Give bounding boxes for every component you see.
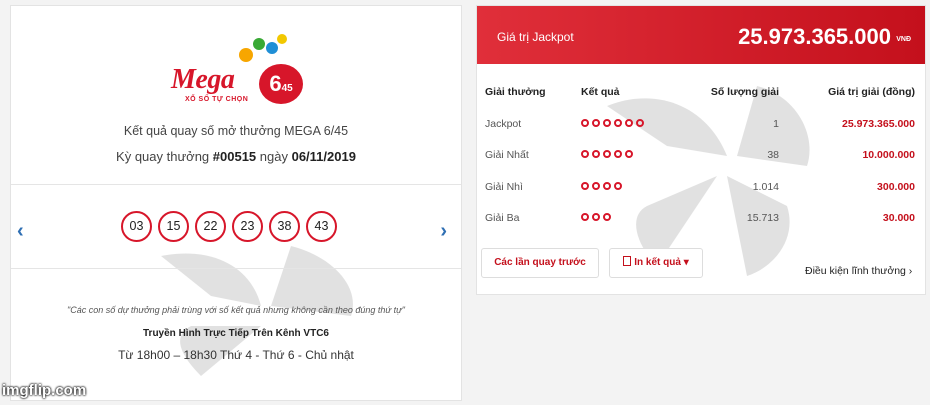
header-prize: Giải thưởng — [485, 86, 546, 98]
match-dot-icon — [581, 182, 589, 190]
match-dot-icon — [592, 150, 600, 158]
match-dot-icon — [581, 213, 589, 221]
draw-number: #00515 — [212, 149, 257, 164]
match-dot-icon — [625, 150, 633, 158]
winner-count: 1.014 — [752, 181, 779, 193]
match-dot-icon — [603, 119, 611, 127]
match-indicator — [581, 182, 622, 190]
logo-tagline: XỔ SỐ TỰ CHỌN — [185, 96, 249, 103]
next-draw-button[interactable]: › — [440, 220, 447, 243]
number-ball: 03 — [121, 211, 152, 242]
draw-date: 06/11/2019 — [291, 149, 356, 164]
header-result: Kết quả — [581, 86, 620, 98]
match-dot-icon — [614, 119, 622, 127]
match-indicator — [581, 150, 633, 158]
imgflip-watermark: imgflip.com — [2, 382, 87, 399]
winner-count: 38 — [767, 149, 779, 161]
prize-name: Giải Nhất — [485, 149, 529, 161]
match-dot-icon — [592, 119, 600, 127]
mega-645-logo: Mega 645 XỔ SỐ TỰ CHỌN — [171, 34, 311, 112]
number-ball: 22 — [195, 211, 226, 242]
logo-number: 645 — [259, 64, 303, 104]
number-ball: 38 — [269, 211, 300, 242]
winner-count: 15.713 — [746, 212, 779, 224]
number-ball: 15 — [158, 211, 189, 242]
prize-value: 30.000 — [882, 212, 915, 224]
broadcast-channel: Truyền Hình Trực Tiếp Trên Kênh VTC6 — [143, 328, 329, 339]
match-dot-icon — [581, 150, 589, 158]
jackpot-banner: Giá trị Jackpot 25.973.365.000 VNĐ — [477, 6, 925, 64]
match-indicator — [581, 213, 611, 221]
prize-conditions-link[interactable]: Điều kiện lĩnh thưởng › — [805, 265, 912, 277]
previous-draws-button[interactable]: Các lần quay trước — [481, 248, 599, 278]
draw-schedule: Từ 18h00 – 18h30 Thứ 4 - Thứ 6 - Chủ nhậ… — [118, 348, 354, 362]
pdf-icon — [623, 256, 632, 266]
match-dot-icon — [592, 182, 600, 190]
match-dot-icon — [614, 182, 622, 190]
winner-count: 1 — [773, 118, 779, 130]
match-dot-icon — [581, 119, 589, 127]
match-dot-icon — [592, 213, 600, 221]
prize-name: Giải Ba — [485, 212, 520, 224]
number-ball: 43 — [306, 211, 337, 242]
jackpot-label: Giá trị Jackpot — [497, 30, 574, 44]
jackpot-unit: VNĐ — [896, 36, 911, 43]
match-dot-icon — [603, 182, 611, 190]
watermark-star-icon — [161, 246, 353, 376]
result-title: Kết quả quay số mở thưởng MEGA 6/45 — [123, 124, 349, 138]
match-dot-icon — [603, 213, 611, 221]
rules-note: "Các con số dự thưởng phải trùng với số … — [67, 305, 405, 315]
match-dot-icon — [625, 119, 633, 127]
match-dot-icon — [636, 119, 644, 127]
prize-name: Jackpot — [485, 118, 522, 130]
prize-name: Giải Nhì — [485, 181, 523, 193]
match-dot-icon — [603, 150, 611, 158]
prev-draw-button[interactable]: ‹ — [17, 220, 24, 243]
match-indicator — [581, 119, 644, 127]
match-dot-icon — [614, 150, 622, 158]
jackpot-value: 25.973.365.000 — [738, 24, 891, 49]
logo-brand: Mega — [171, 64, 235, 95]
prize-card: Giá trị Jackpot 25.973.365.000 VNĐ Giải … — [476, 5, 926, 295]
prize-value: 10.000.000 — [862, 149, 915, 161]
result-card: Mega 645 XỔ SỐ TỰ CHỌN Kết quả quay số m… — [10, 5, 462, 401]
prize-value: 25.973.365.000 — [842, 118, 915, 130]
print-results-button[interactable]: In kết quả ▾ — [609, 248, 703, 278]
draw-info: Kỳ quay thưởng #00515 ngày 06/11/2019 — [116, 149, 356, 164]
prize-value: 300.000 — [877, 181, 915, 193]
number-ball: 23 — [232, 211, 263, 242]
winning-numbers: 03 15 22 23 38 43 — [121, 211, 337, 242]
header-count: Số lượng giải — [710, 86, 779, 98]
header-value: Giá trị giải (đồng) — [828, 86, 915, 98]
